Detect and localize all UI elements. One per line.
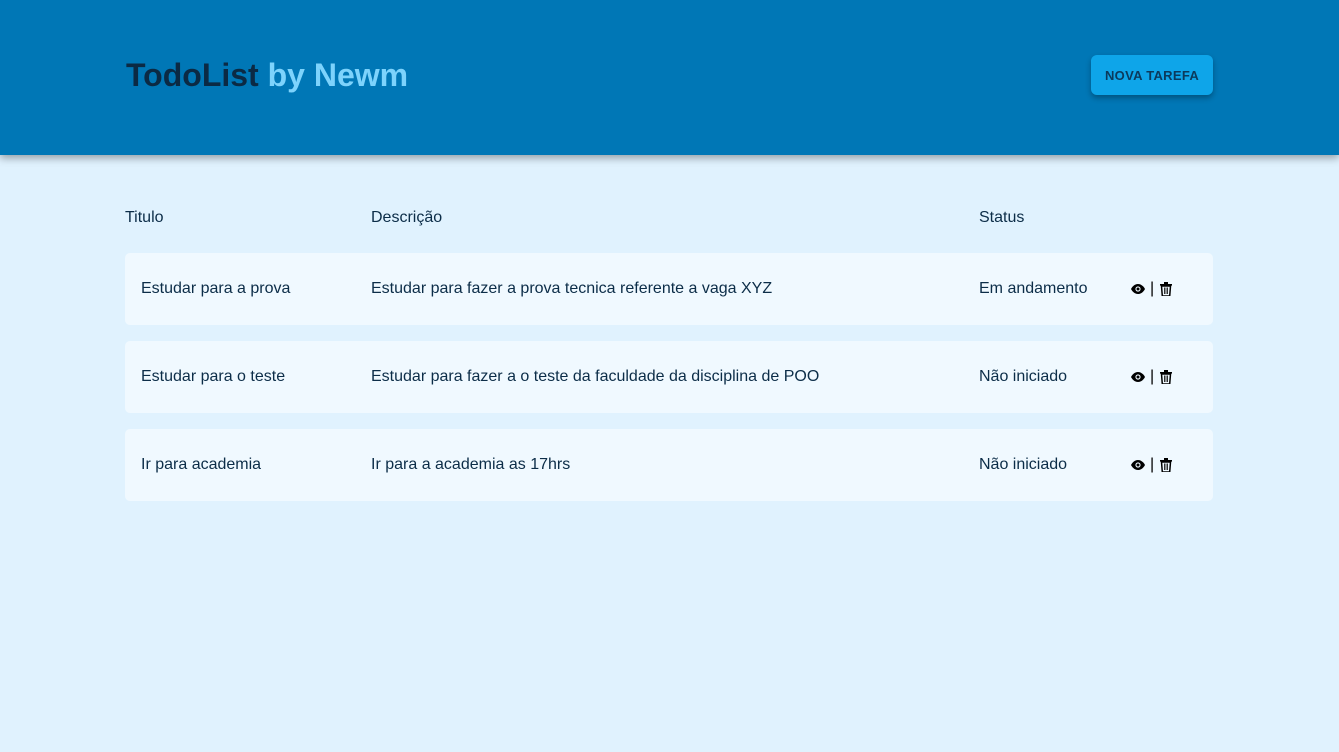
task-list: Estudar para a prova Estudar para fazer … bbox=[125, 253, 1213, 517]
action-separator: | bbox=[1150, 280, 1155, 297]
app-header: TodoList by Newm NOVA TAREFA bbox=[0, 0, 1339, 155]
task-title: Estudar para o teste bbox=[141, 368, 286, 385]
task-actions: | bbox=[1130, 455, 1174, 475]
table-header: Titulo Descrição Status bbox=[125, 209, 1213, 231]
task-status: Em andamento bbox=[979, 280, 1088, 297]
eye-icon[interactable] bbox=[1130, 369, 1146, 385]
column-header-title: Titulo bbox=[125, 209, 164, 226]
task-actions: | bbox=[1130, 279, 1174, 299]
action-separator: | bbox=[1150, 456, 1155, 473]
table-row: Estudar para o teste Estudar para fazer … bbox=[125, 341, 1213, 413]
task-actions: | bbox=[1130, 367, 1174, 387]
trash-icon[interactable] bbox=[1158, 457, 1174, 473]
trash-icon[interactable] bbox=[1158, 369, 1174, 385]
task-description: Estudar para fazer a prova tecnica refer… bbox=[371, 280, 773, 297]
task-status: Não iniciado bbox=[979, 368, 1068, 385]
action-separator: | bbox=[1150, 368, 1155, 385]
task-title: Ir para academia bbox=[141, 456, 262, 473]
column-header-description: Descrição bbox=[371, 209, 443, 226]
eye-icon[interactable] bbox=[1130, 457, 1146, 473]
eye-icon[interactable] bbox=[1130, 281, 1146, 297]
app-brand: TodoList by Newm bbox=[126, 56, 408, 94]
trash-icon[interactable] bbox=[1158, 281, 1174, 297]
brand-name: TodoList bbox=[126, 57, 259, 93]
brand-suffix: by Newm bbox=[267, 57, 409, 93]
task-description: Ir para a academia as 17hrs bbox=[371, 456, 571, 473]
table-row: Estudar para a prova Estudar para fazer … bbox=[125, 253, 1213, 325]
new-task-button[interactable]: NOVA TAREFA bbox=[1091, 55, 1213, 95]
task-description: Estudar para fazer a o teste da faculdad… bbox=[371, 368, 820, 385]
task-table: Titulo Descrição Status Estudar para a p… bbox=[125, 209, 1213, 501]
table-row: Ir para academia Ir para a academia as 1… bbox=[125, 429, 1213, 501]
column-header-status: Status bbox=[979, 209, 1025, 226]
task-status: Não iniciado bbox=[979, 456, 1068, 473]
task-title: Estudar para a prova bbox=[141, 280, 291, 297]
